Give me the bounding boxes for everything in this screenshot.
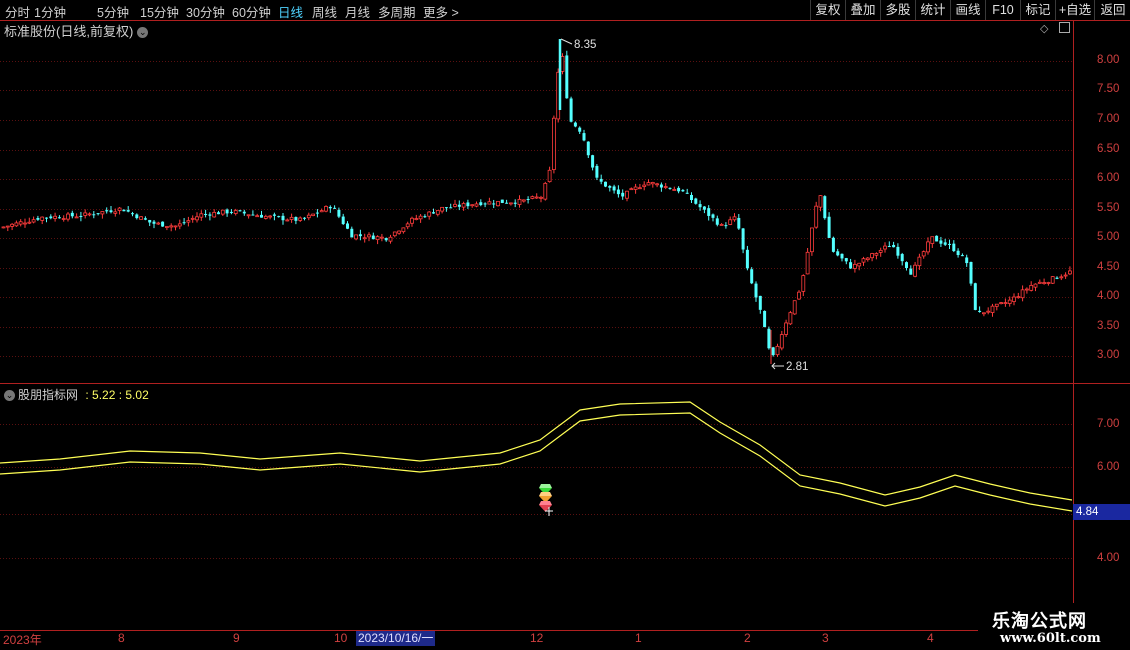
date-axis-label: 3 [822, 631, 829, 645]
price-axis-label: 5.50 [1097, 202, 1120, 214]
window-icon[interactable] [1059, 22, 1070, 33]
indicator-values: : 5.22 : 5.02 [85, 388, 149, 402]
price-axis-label: 7.00 [1097, 113, 1120, 125]
watermark-name: 乐淘公式网 [992, 611, 1087, 632]
price-axis-label: 6.50 [1097, 143, 1120, 155]
indicator-band [0, 401, 1073, 512]
watermark: 乐淘公式网 www.60lt.com [978, 603, 1130, 650]
chevron-down-icon[interactable]: ⌄ [4, 390, 15, 402]
price-axis-label: 5.00 [1097, 231, 1120, 243]
date-axis-label: 12 [530, 631, 544, 645]
date-axis-label: 10 [334, 631, 348, 645]
indicator-axis-label: 6.00 [1097, 461, 1120, 473]
price-axis-label: 7.50 [1097, 83, 1120, 95]
date-axis-label: 1 [635, 631, 642, 645]
date-axis-label: 8 [118, 631, 125, 645]
chart-frame [0, 20, 1130, 631]
low-pointer [771, 362, 784, 370]
chevron-down-icon[interactable]: ⌄ [137, 27, 149, 39]
date-axis-label: 2 [744, 631, 751, 645]
high-pointer [560, 38, 573, 45]
diamond-icon[interactable]: ◇ [1040, 22, 1048, 35]
current-value-tag: 4.84 [1073, 504, 1130, 520]
indicator-name: 股朋指标网 [18, 388, 79, 402]
low-price-label: 2.81 [786, 361, 809, 373]
date-axis-label: 2023年 [3, 633, 42, 647]
date-axis-label: 9 [233, 631, 240, 645]
diamond-icon [539, 484, 553, 516]
watermark-url: www.60lt.com [1000, 631, 1101, 646]
date-cursor-label: 2023/10/16/一 [356, 631, 436, 646]
high-price-label: 8.35 [574, 39, 597, 51]
price-axis-label: 4.00 [1097, 290, 1120, 302]
price-axis-label: 3.00 [1097, 349, 1120, 361]
indicator-title[interactable]: ⌄ 股朋指标网 : 5.22 : 5.02 [4, 386, 149, 403]
date-axis-label: 4 [927, 631, 934, 645]
indicator-axis-label: 4.00 [1097, 552, 1120, 564]
stock-title: 标准股份(日线,前复权) [4, 24, 134, 39]
price-axis-label: 8.00 [1097, 54, 1120, 66]
price-axis-label: 6.00 [1097, 172, 1120, 184]
price-axis-label: 3.50 [1097, 320, 1120, 332]
chart-title[interactable]: 标准股份(日线,前复权) ⌄ [4, 21, 149, 40]
indicator-axis-label: 7.00 [1097, 418, 1120, 430]
price-axis-label: 4.50 [1097, 261, 1120, 273]
grid-lines [0, 61, 1073, 559]
candlestick-series [1, 39, 1072, 364]
signal-markers [539, 484, 553, 516]
